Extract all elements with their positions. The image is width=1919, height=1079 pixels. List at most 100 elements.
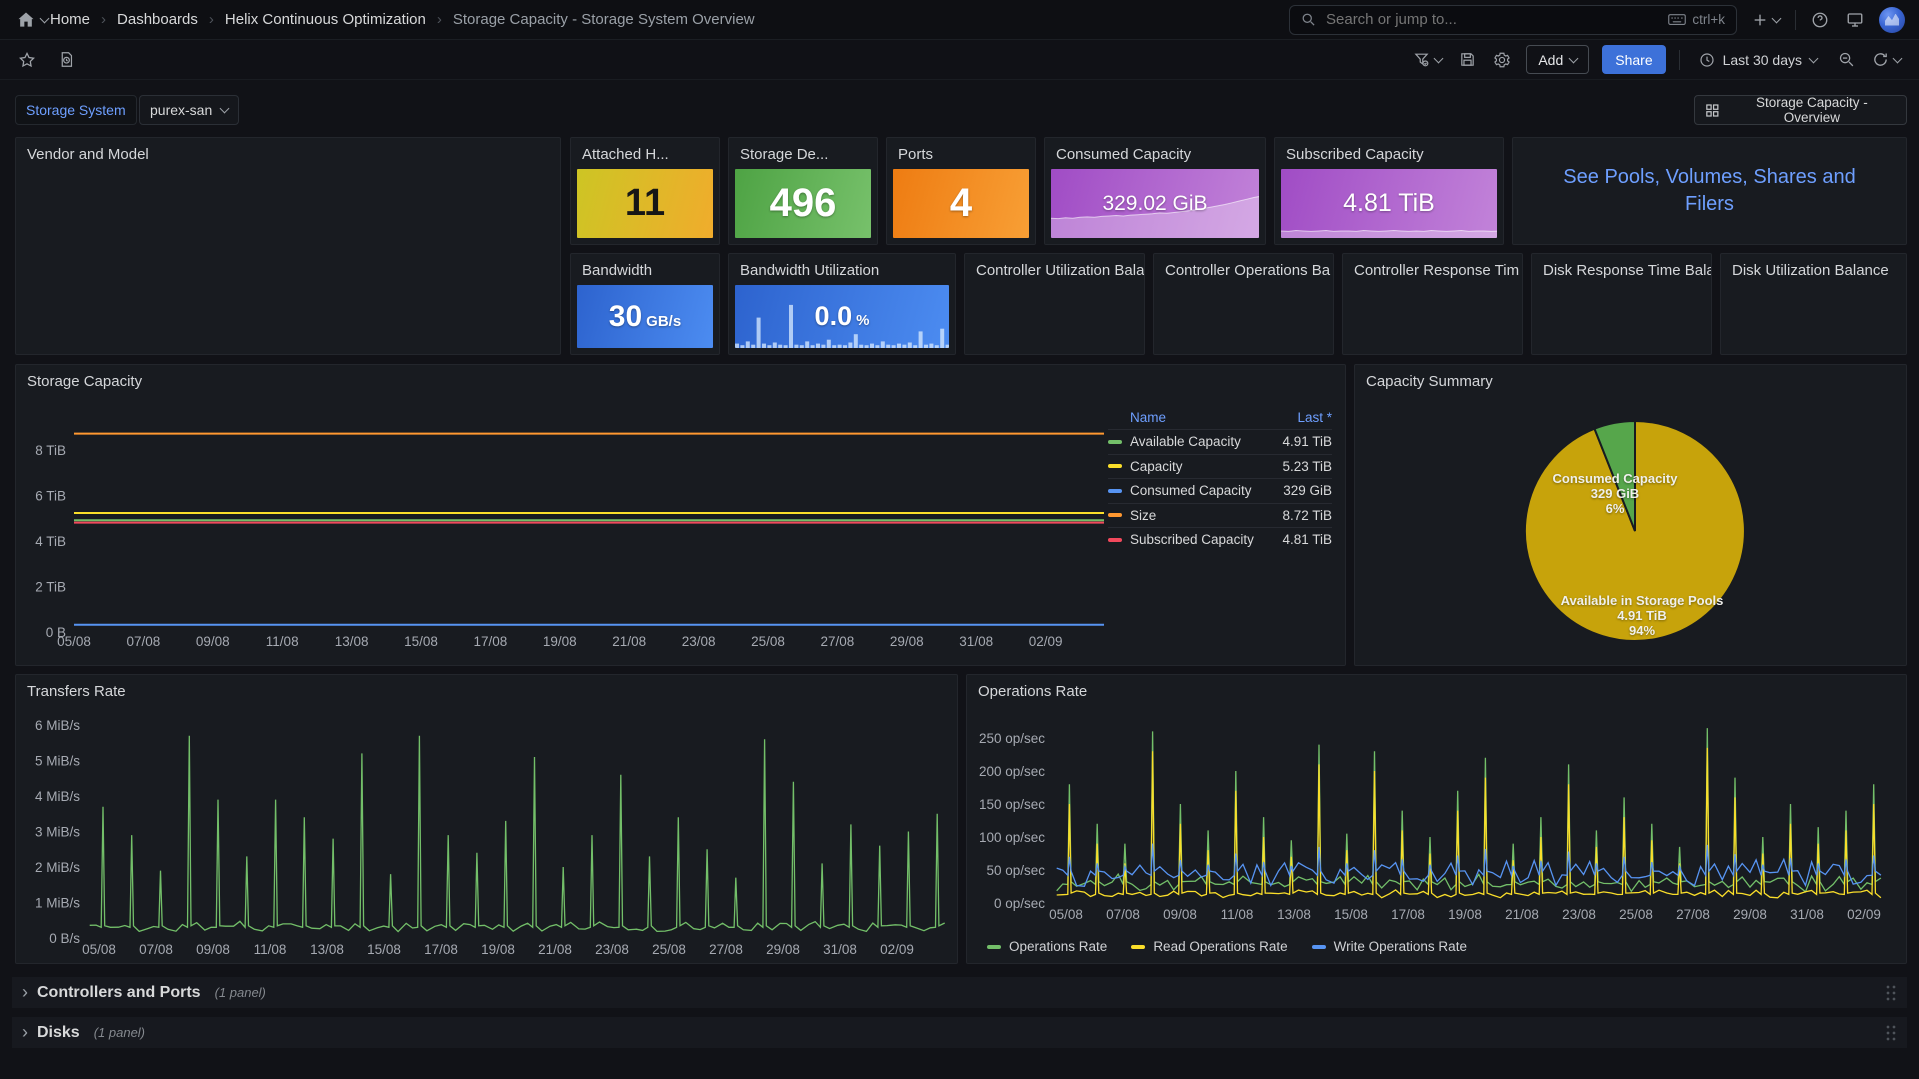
capacity-pie-chart[interactable] bbox=[1355, 365, 1906, 665]
svg-text:19/08: 19/08 bbox=[1448, 907, 1482, 922]
panel-vendor-and-model: Vendor and Model Pure Storage FA-X10R2 F… bbox=[15, 137, 561, 355]
row-panel-count: (1 panel) bbox=[215, 985, 266, 1000]
svg-text:17/08: 17/08 bbox=[1391, 907, 1425, 922]
svg-text:5 MiB/s: 5 MiB/s bbox=[35, 754, 80, 769]
filter-button[interactable] bbox=[1411, 49, 1444, 70]
panel-title[interactable]: Bandwidth Utilization bbox=[729, 254, 955, 284]
save-dashboard-button[interactable] bbox=[1457, 49, 1478, 70]
panel-title[interactable]: Subscribed Capacity bbox=[1275, 138, 1503, 168]
panel-title[interactable]: Attached H... bbox=[571, 138, 719, 168]
new-button[interactable] bbox=[1750, 10, 1782, 30]
operations-rate-chart[interactable]: 250 op/sec200 op/sec150 op/sec100 op/sec… bbox=[967, 675, 1906, 937]
svg-text:07/08: 07/08 bbox=[127, 634, 161, 649]
legend-header: NameLast * bbox=[1108, 405, 1332, 429]
breadcrumb-folder[interactable]: Helix Continuous Optimization bbox=[225, 11, 426, 28]
breadcrumb: Home › Dashboards › Helix Continuous Opt… bbox=[14, 8, 755, 32]
collapsed-row-controllers-and-ports[interactable]: › Controllers and Ports (1 panel) bbox=[12, 977, 1907, 1008]
svg-text:4 MiB/s: 4 MiB/s bbox=[35, 789, 80, 804]
panel-storage-capacity: Storage Capacity 8 TiB6 TiB4 TiB2 TiB0 B… bbox=[15, 364, 1346, 666]
svg-text:09/08: 09/08 bbox=[196, 942, 230, 957]
svg-text:200 op/sec: 200 op/sec bbox=[979, 764, 1045, 779]
svg-text:23/08: 23/08 bbox=[595, 942, 629, 957]
row-panel-count: (1 panel) bbox=[94, 1025, 145, 1040]
panel-title[interactable]: Consumed Capacity bbox=[1045, 138, 1265, 168]
time-range-picker[interactable]: Last 30 days bbox=[1693, 51, 1823, 69]
svg-text:17/08: 17/08 bbox=[424, 942, 458, 957]
breadcrumb-dashboards[interactable]: Dashboards bbox=[117, 11, 198, 28]
chevron-down-icon bbox=[220, 104, 230, 114]
svg-text:31/08: 31/08 bbox=[823, 942, 857, 957]
view-switcher-label: Storage Capacity - Overview bbox=[1728, 95, 1896, 125]
dashboard-view-switcher[interactable]: Storage Capacity - Overview bbox=[1694, 95, 1907, 125]
svg-text:05/08: 05/08 bbox=[82, 942, 116, 957]
see-pools-link[interactable]: See Pools, Volumes, Shares and Filers bbox=[1513, 138, 1906, 244]
breadcrumb-home[interactable]: Home bbox=[50, 11, 90, 28]
svg-text:11/08: 11/08 bbox=[1221, 907, 1254, 922]
transfers-rate-chart[interactable]: 6 MiB/s5 MiB/s4 MiB/s3 MiB/s2 MiB/s1 MiB… bbox=[16, 675, 957, 963]
chart-legend-table: NameLast *Available Capacity4.91 TiBCapa… bbox=[1108, 405, 1332, 552]
panel-controller-response-time: Controller Response Tim bbox=[1342, 253, 1523, 355]
toolbar-right: Add Share Last 30 days bbox=[1411, 45, 1903, 74]
legend-row[interactable]: Subscribed Capacity4.81 TiB bbox=[1108, 527, 1332, 552]
row-title: Disks bbox=[37, 1024, 80, 1042]
panel-title[interactable]: Ports bbox=[887, 138, 1035, 168]
svg-text:11/08: 11/08 bbox=[254, 942, 287, 957]
panel-title[interactable]: Disk Response Time Bala bbox=[1532, 254, 1711, 284]
search-input[interactable] bbox=[1324, 10, 1660, 29]
dashboard-insights-button[interactable] bbox=[56, 49, 77, 70]
stat-background: 4 bbox=[893, 169, 1029, 238]
svg-text:6 TiB: 6 TiB bbox=[35, 489, 66, 504]
svg-text:02/09: 02/09 bbox=[880, 942, 914, 957]
svg-text:29/08: 29/08 bbox=[890, 634, 924, 649]
home-button[interactable] bbox=[14, 8, 50, 32]
user-avatar[interactable] bbox=[1879, 7, 1905, 33]
home-icon bbox=[16, 10, 36, 30]
nav-actions: ctrl+k bbox=[1289, 5, 1905, 35]
panel-title[interactable]: Bandwidth bbox=[571, 254, 719, 284]
legend-row[interactable]: Capacity5.23 TiB bbox=[1108, 454, 1332, 479]
panel-see-pools-link: See Pools, Volumes, Shares and Filers bbox=[1512, 137, 1907, 245]
panel-title[interactable]: Disk Utilization Balance bbox=[1721, 254, 1906, 284]
star-dashboard-button[interactable] bbox=[16, 49, 38, 71]
legend-row[interactable]: Available Capacity4.91 TiB bbox=[1108, 429, 1332, 454]
drag-handle[interactable] bbox=[1885, 984, 1897, 1001]
legend-item[interactable]: Read Operations Rate bbox=[1131, 939, 1287, 954]
collapsed-row-disks[interactable]: › Disks (1 panel) bbox=[12, 1017, 1907, 1048]
panel-title[interactable]: Controller Response Tim bbox=[1343, 254, 1522, 284]
legend-row[interactable]: Consumed Capacity329 GiB bbox=[1108, 478, 1332, 503]
svg-text:15/08: 15/08 bbox=[1334, 907, 1368, 922]
legend-item[interactable]: Write Operations Rate bbox=[1312, 939, 1467, 954]
svg-text:21/08: 21/08 bbox=[612, 634, 646, 649]
add-panel-button[interactable]: Add bbox=[1526, 45, 1589, 74]
legend-row[interactable]: Size8.72 TiB bbox=[1108, 503, 1332, 528]
svg-text:31/08: 31/08 bbox=[1790, 907, 1824, 922]
news-button[interactable] bbox=[1844, 9, 1866, 31]
svg-text:27/08: 27/08 bbox=[709, 942, 743, 957]
panel-controller-utilization-balance: Controller Utilization Bala bbox=[964, 253, 1145, 355]
variable-value: purex-san bbox=[150, 102, 212, 118]
help-button[interactable] bbox=[1809, 9, 1831, 31]
svg-text:150 op/sec: 150 op/sec bbox=[979, 797, 1045, 812]
variable-value-dropdown[interactable]: purex-san bbox=[139, 95, 239, 125]
svg-text:29/08: 29/08 bbox=[766, 942, 800, 957]
panel-title[interactable]: Controller Operations Ba bbox=[1154, 254, 1333, 284]
svg-text:27/08: 27/08 bbox=[1676, 907, 1710, 922]
dashboard-settings-button[interactable] bbox=[1491, 49, 1513, 71]
refresh-button[interactable] bbox=[1870, 49, 1903, 70]
legend-item[interactable]: Operations Rate bbox=[987, 939, 1107, 954]
stat-unit: GB/s bbox=[646, 313, 681, 330]
panel-title[interactable]: Controller Utilization Bala bbox=[965, 254, 1144, 284]
grafana-app: Home › Dashboards › Helix Continuous Opt… bbox=[0, 0, 1919, 1079]
chevron-down-icon bbox=[1893, 53, 1903, 63]
chevron-down-icon bbox=[1809, 53, 1819, 63]
search-box[interactable]: ctrl+k bbox=[1289, 5, 1737, 35]
panel-title[interactable]: Vendor and Model bbox=[16, 138, 560, 168]
svg-text:50 op/sec: 50 op/sec bbox=[986, 863, 1045, 878]
zoom-out-time-button[interactable] bbox=[1836, 49, 1857, 70]
svg-text:05/08: 05/08 bbox=[57, 634, 91, 649]
panel-storage-devices: Storage De... 496 bbox=[728, 137, 878, 245]
drag-handle[interactable] bbox=[1885, 1024, 1897, 1041]
panel-title[interactable]: Storage De... bbox=[729, 138, 877, 168]
share-button[interactable]: Share bbox=[1602, 45, 1665, 74]
chevron-down-icon bbox=[1772, 13, 1782, 23]
